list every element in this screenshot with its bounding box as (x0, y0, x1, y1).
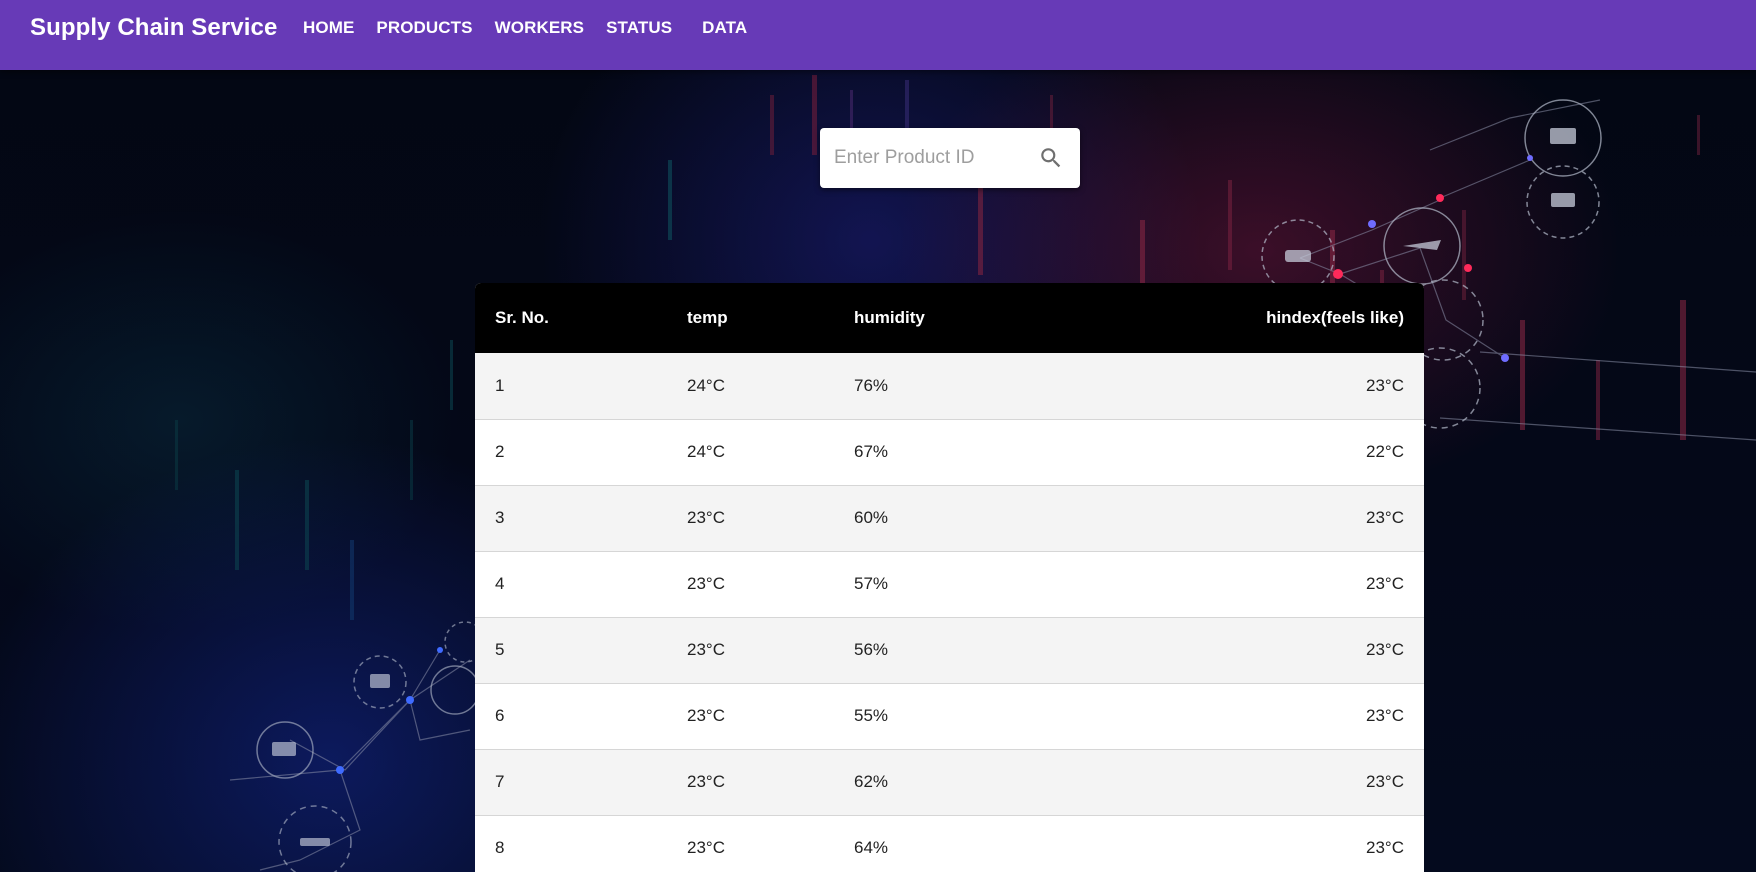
sr-no-cell: 2 (495, 442, 505, 461)
temp-cell: 23°C (687, 706, 725, 725)
app-title[interactable]: Supply Chain Service (30, 14, 277, 42)
humidity-cell: 60% (854, 508, 889, 527)
temp-cell: 23°C (687, 640, 725, 659)
table-row: 8 23°C 64% 23°C (475, 815, 1424, 872)
temp-cell: 24°C (687, 442, 725, 461)
hindex-cell: 23°C (1366, 508, 1404, 527)
column-header-sr-no: Sr. No. (495, 308, 549, 327)
table-body: 1 24°C 76% 23°C 2 24°C 67% 22°C 3 23°C 60% 23°C 4 23°… (475, 353, 1424, 872)
table-row: 4 23°C 57% 23°C (475, 551, 1424, 617)
humidity-cell: 64% (854, 838, 889, 857)
sr-no-cell: 1 (495, 375, 505, 395)
table-row: 5 23°C 56% 23°C (475, 617, 1424, 683)
column-header-humidity: humidity (854, 308, 925, 327)
table-header: Sr. No. temp humidity hindex(feels like) (475, 283, 1424, 353)
temp-cell: 23°C (687, 574, 725, 593)
temp-cell: 23°C (687, 838, 725, 857)
main-nav: HOME PRODUCTS WORKERS STATUS DATA (292, 18, 758, 38)
hindex-cell: 23°C (1366, 838, 1404, 857)
search-icon (1041, 148, 1061, 168)
sensor-data-table: Sr. No. temp humidity hindex(feels like)… (475, 283, 1424, 872)
table-row: 6 23°C 55% 23°C (475, 683, 1424, 749)
humidity-cell: 67% (854, 442, 889, 461)
sr-no-cell: 6 (495, 706, 505, 725)
page: Supply Chain Service HOME PRODUCTS WORKE… (0, 0, 1756, 872)
temp-cell: 23°C (687, 772, 725, 791)
sr-no-cell: 5 (495, 640, 505, 659)
nav-status[interactable]: STATUS (595, 18, 683, 38)
product-id-input[interactable] (834, 147, 1024, 169)
table-row: 2 24°C 67% 22°C (475, 419, 1424, 485)
table-row: 3 23°C 60% 23°C (475, 485, 1424, 551)
product-search-box (820, 128, 1080, 188)
humidity-cell: 56% (854, 640, 889, 659)
table-row: 1 24°C 76% 23°C (475, 353, 1424, 419)
nav-home[interactable]: HOME (292, 18, 365, 38)
hindex-cell: 23°C (1366, 574, 1404, 593)
temp-cell: 23°C (687, 508, 725, 527)
search-button[interactable] (1036, 143, 1066, 173)
sr-no-cell: 4 (495, 574, 505, 593)
hindex-cell: 23°C (1366, 640, 1404, 659)
column-header-temp: temp (687, 308, 728, 327)
nav-workers[interactable]: WORKERS (484, 18, 595, 38)
hindex-cell: 23°C (1366, 706, 1404, 725)
hindex-cell: 23°C (1366, 772, 1404, 791)
hindex-cell: 23°C (1366, 375, 1404, 395)
sr-no-cell: 8 (495, 838, 505, 857)
humidity-cell: 55% (854, 706, 889, 725)
table-row: 7 23°C 62% 23°C (475, 749, 1424, 815)
humidity-cell: 76% (854, 375, 889, 395)
nav-products[interactable]: PRODUCTS (365, 18, 483, 38)
nav-data[interactable]: DATA (691, 18, 758, 38)
hindex-cell: 22°C (1366, 442, 1404, 461)
column-header-hindex: hindex(feels like) (1266, 308, 1404, 327)
humidity-cell: 57% (854, 574, 889, 593)
sr-no-cell: 3 (495, 508, 505, 527)
app-bar: Supply Chain Service HOME PRODUCTS WORKE… (0, 0, 1756, 70)
humidity-cell: 62% (854, 772, 889, 791)
temp-cell: 24°C (687, 375, 725, 395)
sr-no-cell: 7 (495, 772, 505, 791)
